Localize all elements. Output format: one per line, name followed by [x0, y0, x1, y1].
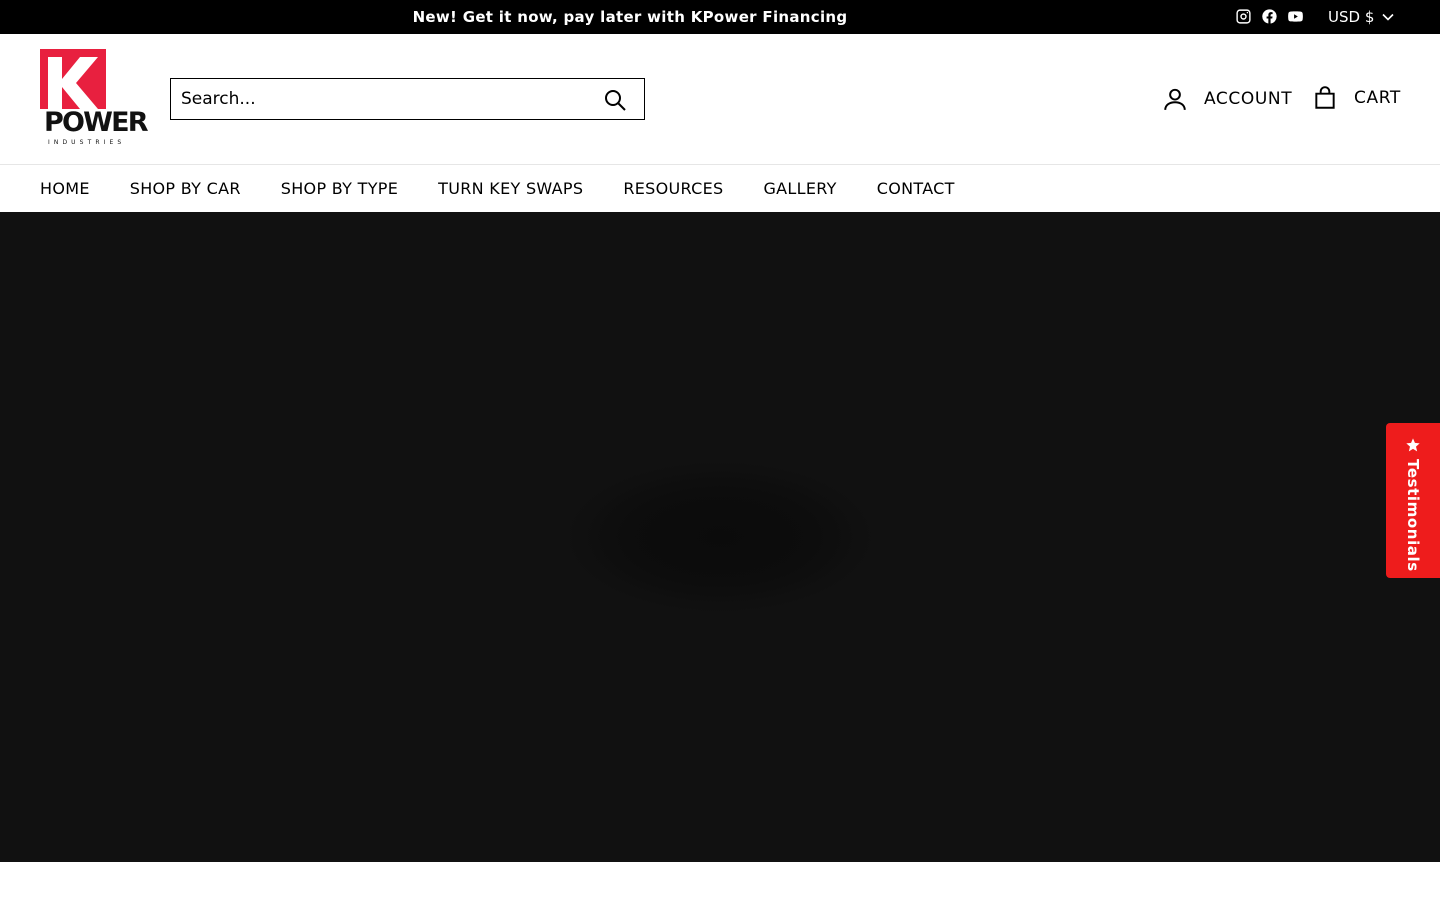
- currency-selector[interactable]: USD $: [1328, 0, 1394, 34]
- facebook-icon[interactable]: [1260, 7, 1278, 25]
- cart-link[interactable]: CART: [1312, 85, 1401, 111]
- youtube-icon[interactable]: [1286, 7, 1304, 25]
- account-link[interactable]: ACCOUNT: [1162, 86, 1292, 112]
- testimonials-label: Testimonials: [1404, 459, 1422, 572]
- announcement-text[interactable]: New! Get it now, pay later with KPower F…: [0, 0, 1260, 34]
- currency-label: USD $: [1328, 8, 1375, 26]
- search-button[interactable]: [602, 87, 628, 113]
- search-icon: [605, 90, 626, 111]
- chevron-down-icon: [1382, 13, 1394, 21]
- nav-item-shop-by-car[interactable]: SHOP BY CAR: [130, 179, 241, 198]
- site-logo[interactable]: POWER INDUSTRIES: [40, 49, 149, 150]
- shopping-bag-icon: [1315, 86, 1335, 109]
- star-icon: [1406, 438, 1420, 452]
- account-label: ACCOUNT: [1204, 89, 1293, 109]
- testimonials-tab[interactable]: Testimonials: [1386, 423, 1440, 578]
- nav-item-resources[interactable]: RESOURCES: [623, 179, 723, 198]
- loading-spinner: [568, 462, 872, 612]
- announcement-bar: New! Get it now, pay later with KPower F…: [0, 0, 1440, 34]
- social-links: [1234, 7, 1304, 25]
- nav-item-gallery[interactable]: GALLERY: [763, 179, 836, 198]
- nav-item-shop-by-type[interactable]: SHOP BY TYPE: [281, 179, 398, 198]
- nav-item-contact[interactable]: CONTACT: [877, 179, 955, 198]
- site-header: POWER INDUSTRIES ACCOUNT CART: [0, 34, 1440, 164]
- nav-item-home[interactable]: HOME: [40, 179, 90, 198]
- cart-label: CART: [1354, 88, 1401, 108]
- nav-item-turn-key-swaps[interactable]: TURN KEY SWAPS: [438, 179, 583, 198]
- logo-wordmark: POWER: [44, 107, 149, 138]
- main-nav: HOME SHOP BY CAR SHOP BY TYPE TURN KEY S…: [0, 164, 1440, 212]
- hero-banner[interactable]: [0, 212, 1440, 862]
- instagram-icon[interactable]: [1234, 7, 1252, 25]
- user-icon: [1164, 88, 1186, 110]
- logo-subtitle: INDUSTRIES: [48, 139, 126, 146]
- search-input[interactable]: [171, 89, 591, 109]
- search-bar: [170, 78, 645, 120]
